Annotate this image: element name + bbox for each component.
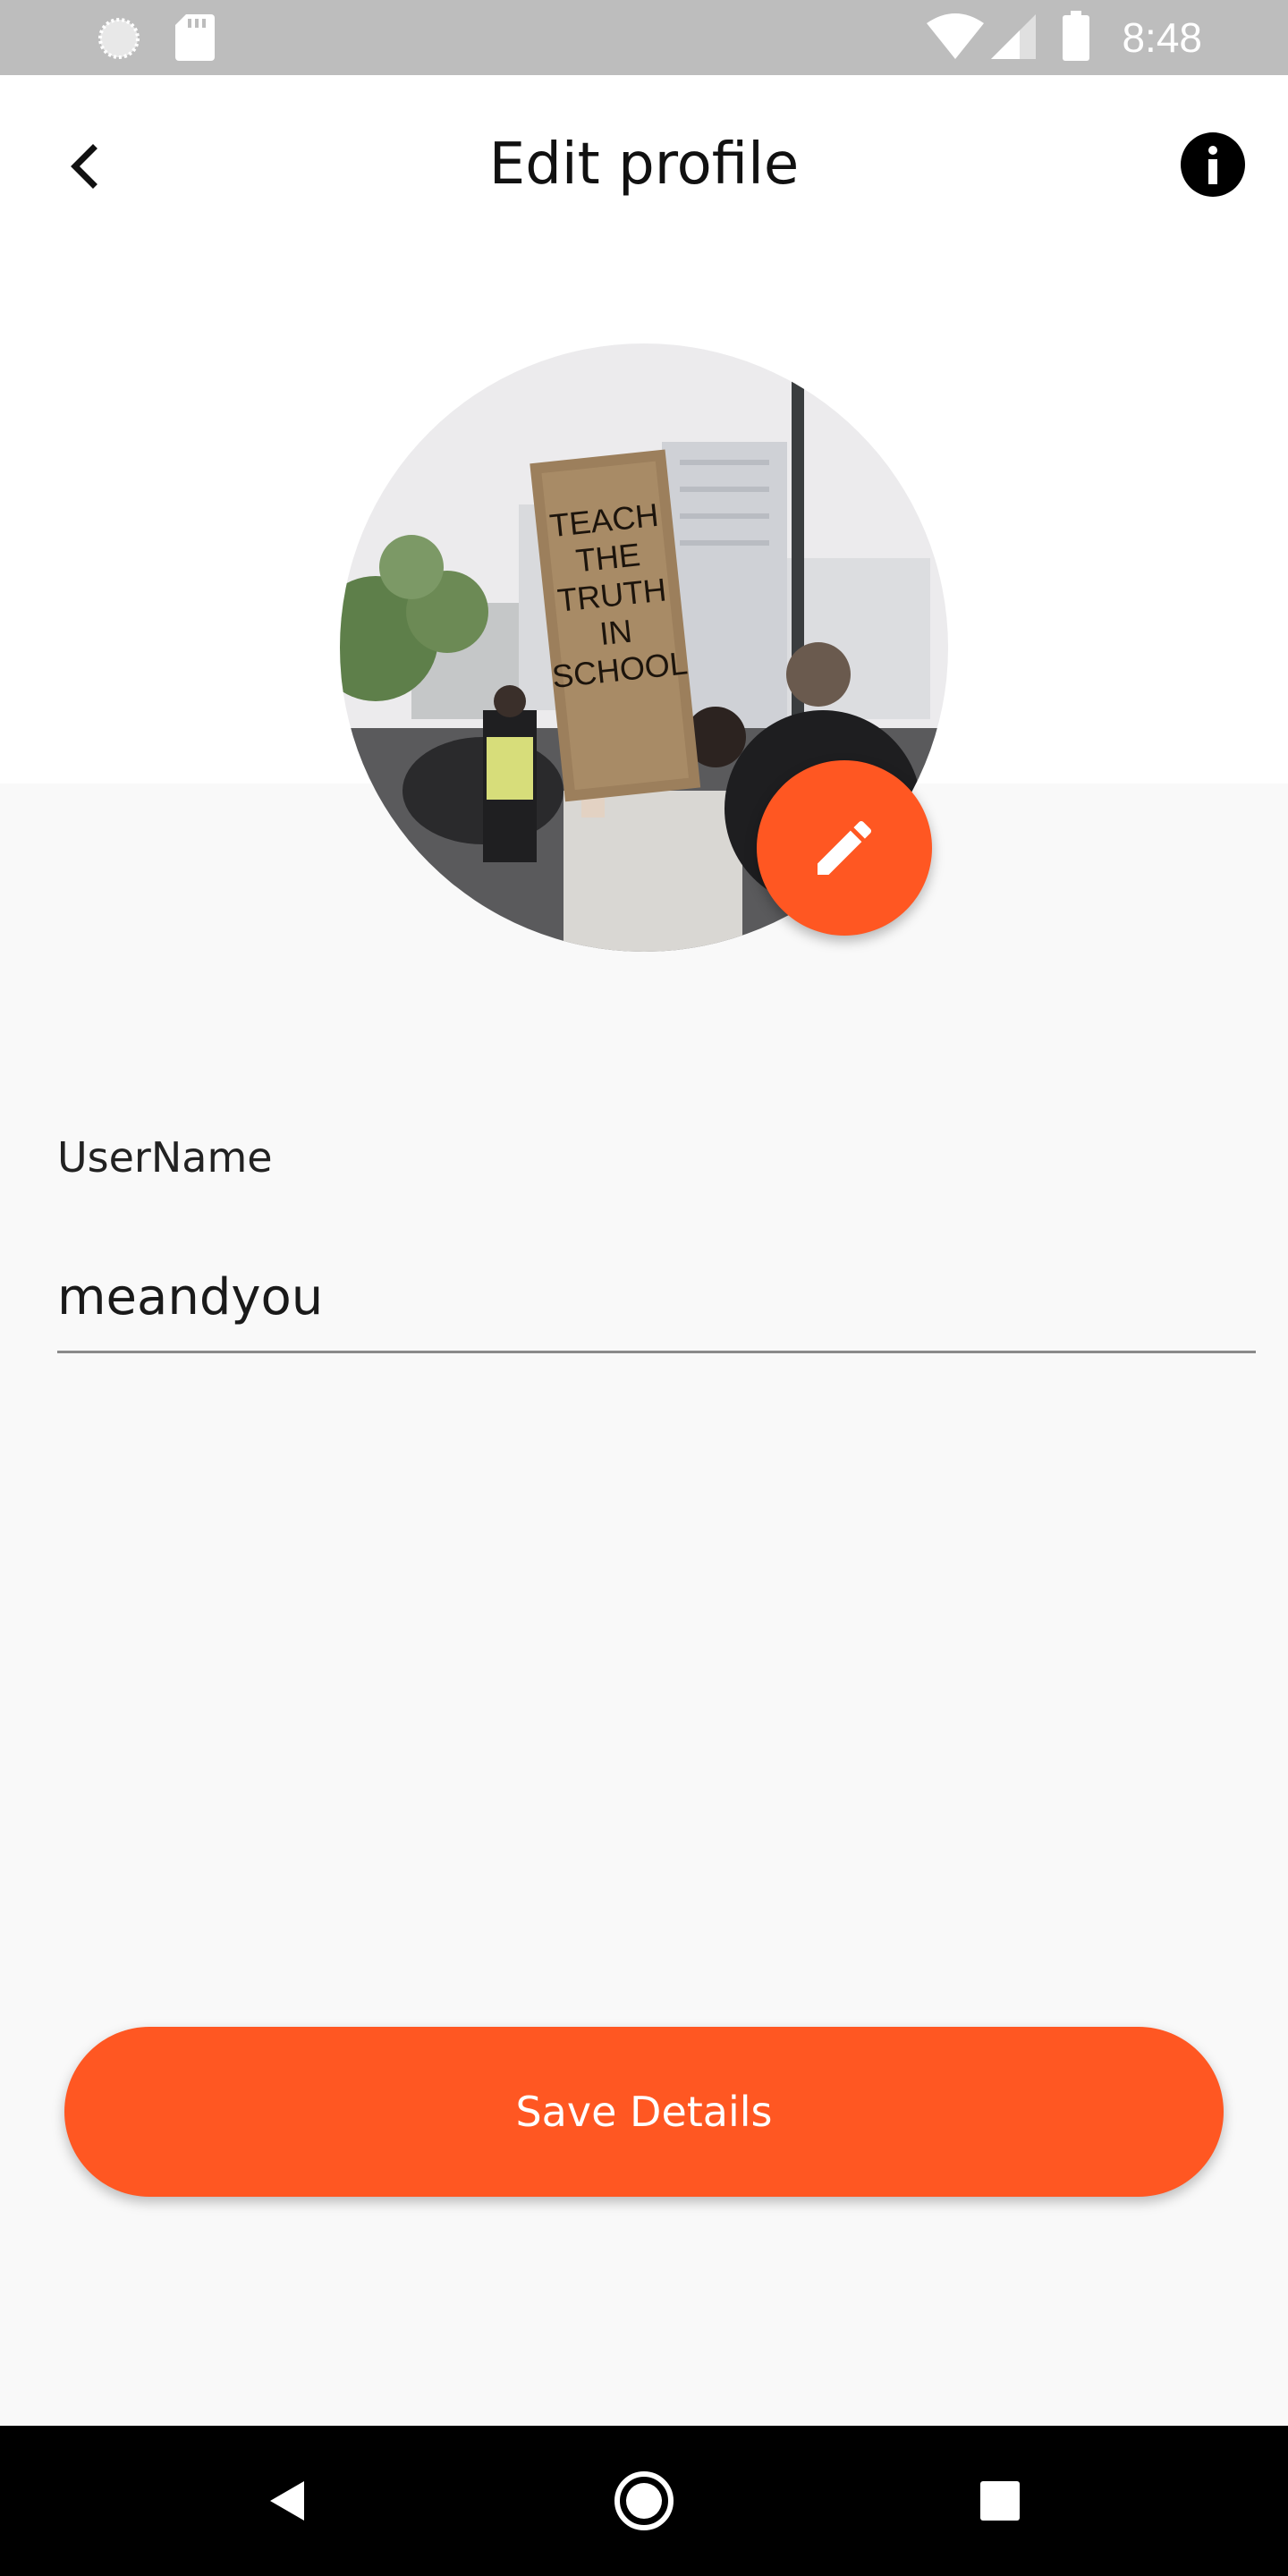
wifi-icon (927, 13, 984, 59)
recents-square-icon (980, 2481, 1020, 2521)
svg-text:THE: THE (574, 536, 642, 579)
status-time: 8:48 (1122, 14, 1202, 61)
nav-home-button[interactable] (608, 2465, 680, 2537)
home-circle-icon (614, 2471, 674, 2530)
nav-back-button[interactable] (250, 2465, 322, 2537)
edit-photo-button[interactable] (757, 760, 932, 936)
cellular-signal-icon (991, 14, 1036, 59)
back-triangle-icon (270, 2481, 304, 2521)
system-nav-bar (0, 2426, 1288, 2576)
username-input[interactable] (57, 1243, 1256, 1353)
status-circle-icon (98, 18, 140, 59)
nav-recents-button[interactable] (964, 2465, 1036, 2537)
sd-card-icon (175, 14, 215, 61)
status-bar: 8:48 (0, 0, 1288, 75)
page-title: Edit profile (488, 131, 800, 198)
save-details-button[interactable]: Save Details (64, 2027, 1224, 2197)
info-button[interactable] (1179, 131, 1247, 199)
svg-text:IN: IN (597, 613, 633, 653)
username-label: UserName (57, 1133, 273, 1182)
pencil-icon (818, 820, 872, 875)
battery-icon (1063, 11, 1089, 61)
info-icon (1181, 132, 1245, 197)
